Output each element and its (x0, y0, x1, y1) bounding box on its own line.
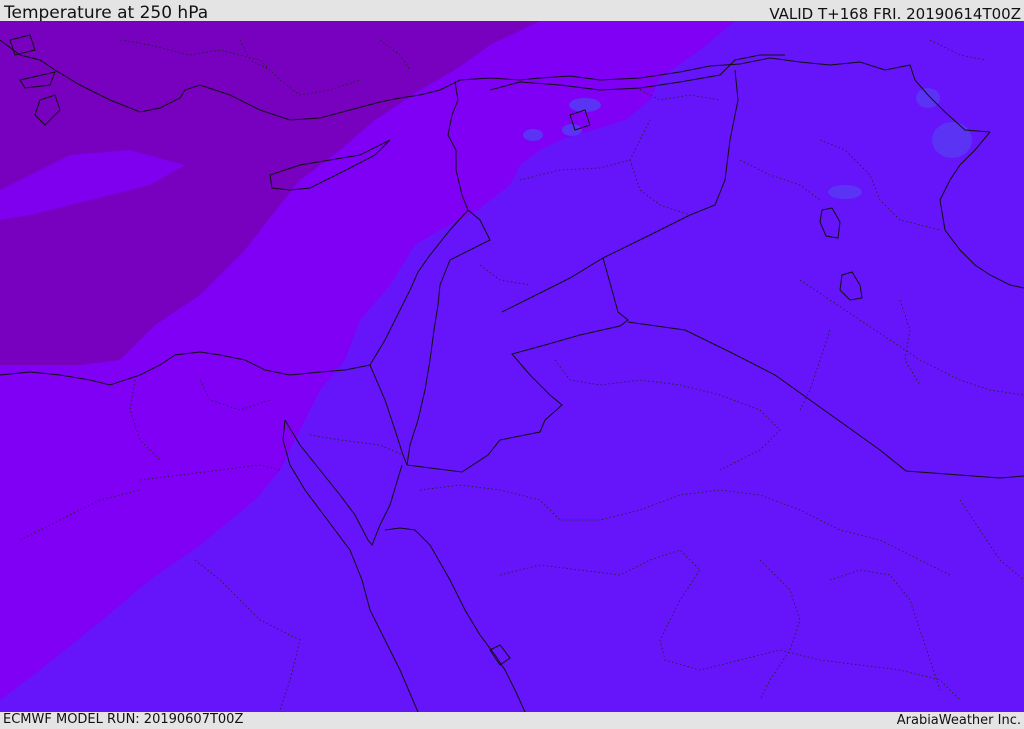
header-bar: Temperature at 250 hPa VALID T+168 FRI. … (0, 0, 1024, 23)
warm-patch (916, 88, 940, 108)
warm-patch (932, 122, 972, 158)
footer-bar: ECMWF MODEL RUN: 20190607T00Z ArabiaWeat… (0, 712, 1024, 729)
warm-patch (523, 129, 543, 141)
warm-patch (828, 185, 862, 199)
warm-patch (562, 124, 582, 136)
map-svg (0, 21, 1024, 712)
weather-map[interactable] (0, 21, 1024, 712)
map-title: Temperature at 250 hPa (4, 3, 209, 23)
credit-label: ArabiaWeather Inc. (896, 713, 1021, 728)
model-run-label: ECMWF MODEL RUN: 20190607T00Z (3, 712, 244, 727)
